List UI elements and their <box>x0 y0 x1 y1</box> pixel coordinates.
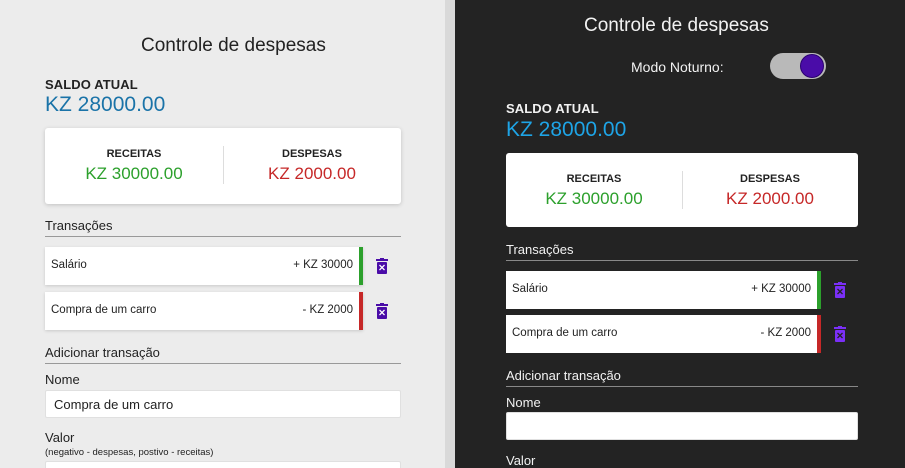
name-label: Nome <box>506 395 541 410</box>
expense-value: KZ 2000.00 <box>726 189 814 208</box>
expense-column: DESPESAS KZ 2000.00 <box>223 128 401 204</box>
expense-indicator <box>359 292 363 330</box>
expense-column: DESPESAS KZ 2000.00 <box>682 153 858 227</box>
name-input[interactable] <box>506 412 858 440</box>
income-indicator <box>817 271 821 309</box>
transaction-row[interactable]: Salário + KZ 30000 <box>506 271 821 309</box>
dark-theme-panel: Controle de despesas Modo Noturno: SALDO… <box>455 0 905 468</box>
income-label: RECEITAS <box>566 173 622 185</box>
transaction-row[interactable]: Compra de um carro - KZ 2000 <box>506 315 821 353</box>
balance-label: SALDO ATUAL <box>45 77 138 92</box>
transaction-amount: - KZ 2000 <box>760 327 812 339</box>
trash-icon[interactable] <box>375 303 389 319</box>
summary-card: RECEITAS KZ 30000.00 DESPESAS KZ 2000.00 <box>506 153 858 227</box>
panel-separator <box>445 0 455 468</box>
expense-label: DESPESAS <box>740 173 800 185</box>
income-value: KZ 30000.00 <box>545 189 643 208</box>
balance-label: SALDO ATUAL <box>506 101 599 116</box>
transaction-amount: + KZ 30000 <box>293 259 353 271</box>
income-column: RECEITAS KZ 30000.00 <box>506 153 682 227</box>
expense-indicator <box>817 315 821 353</box>
expense-label: DESPESAS <box>282 148 342 160</box>
transaction-row[interactable]: Salário + KZ 30000 <box>45 247 363 285</box>
transaction-amount: - KZ 2000 <box>302 304 354 316</box>
trash-icon[interactable] <box>375 258 389 274</box>
transaction-name: Compra de um carro <box>51 304 157 316</box>
transaction-name: Salário <box>512 283 548 295</box>
expense-value: KZ 2000.00 <box>268 164 356 183</box>
income-value: KZ 30000.00 <box>85 164 183 183</box>
balance-value: KZ 28000.00 <box>45 93 166 116</box>
transaction-row[interactable]: Compra de um carro - KZ 2000 <box>45 292 363 330</box>
income-label: RECEITAS <box>106 148 162 160</box>
toggle-knob <box>800 54 824 78</box>
light-theme-panel: Controle de despesas SALDO ATUAL KZ 2800… <box>0 0 445 468</box>
trash-icon[interactable] <box>833 326 847 342</box>
income-indicator <box>359 247 363 285</box>
value-input[interactable] <box>45 461 401 468</box>
value-label: Valor <box>506 453 536 468</box>
value-hint: (negativo - despesas, postivo - receitas… <box>45 447 214 458</box>
night-mode-toggle[interactable] <box>770 53 826 79</box>
summary-card: RECEITAS KZ 30000.00 DESPESAS KZ 2000.00 <box>45 128 401 204</box>
night-mode-label: Modo Noturno: <box>631 59 724 75</box>
moon-icon <box>841 58 849 74</box>
balance-value: KZ 28000.00 <box>506 118 627 141</box>
transaction-name: Compra de um carro <box>512 327 618 339</box>
add-transaction-title: Adicionar transação <box>45 345 401 364</box>
name-label: Nome <box>45 372 80 387</box>
transaction-name: Salário <box>51 259 87 271</box>
value-label: Valor <box>45 430 75 445</box>
page-title: Controle de despesas <box>584 15 769 36</box>
transaction-amount: + KZ 30000 <box>751 283 811 295</box>
trash-icon[interactable] <box>833 282 847 298</box>
page-title: Controle de despesas <box>141 35 326 56</box>
transactions-title: Transações <box>45 218 401 237</box>
name-input[interactable] <box>45 390 401 418</box>
add-transaction-title: Adicionar transação <box>506 368 858 387</box>
transactions-title: Transações <box>506 242 858 261</box>
income-column: RECEITAS KZ 30000.00 <box>45 128 223 204</box>
